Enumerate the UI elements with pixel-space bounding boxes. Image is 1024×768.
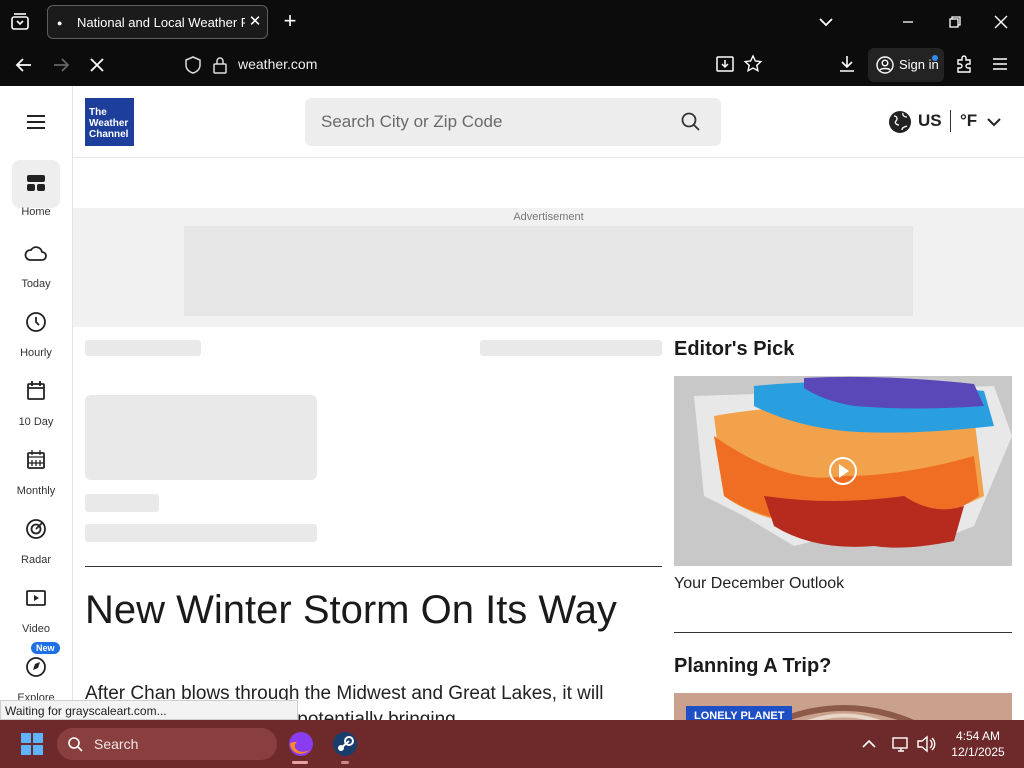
- ad-label: Advertisement: [513, 211, 584, 223]
- search-box[interactable]: [305, 98, 721, 146]
- us-temperature-map-image: [674, 376, 1012, 566]
- sidebar-item-today[interactable]: Today: [0, 240, 72, 302]
- video-icon: [23, 585, 49, 611]
- planning-trip-thumbnail[interactable]: LONELY PLANET: [674, 693, 1012, 720]
- browser-status-text: Waiting for grayscaleart.com...: [0, 700, 298, 720]
- logo-text: Channel: [89, 129, 129, 140]
- sidebar-label: Home: [21, 206, 51, 218]
- logo-text: Weather: [89, 118, 129, 129]
- browser-tab-active[interactable]: ● National and Local Weather Radar ✕: [47, 5, 268, 39]
- section-divider: [674, 632, 1012, 633]
- network-icon[interactable]: [890, 733, 912, 755]
- browser-nav-bar: weather.com Sign in: [0, 44, 1024, 86]
- chevron-down-icon: [987, 118, 1001, 127]
- sign-in-button[interactable]: Sign in: [868, 48, 944, 82]
- search-icon[interactable]: [679, 110, 703, 134]
- sidebar-label: Hourly: [20, 347, 52, 359]
- clock-icon: [23, 309, 49, 335]
- sidebar-label: Monthly: [16, 485, 56, 497]
- system-clock[interactable]: 4:54 AM 12/1/2025: [940, 728, 1016, 760]
- forward-arrow-icon: [49, 53, 73, 77]
- active-app-indicator: [292, 761, 308, 764]
- stop-loading-icon[interactable]: [85, 53, 109, 77]
- sidebar-label: Today: [21, 278, 51, 290]
- lock-icon[interactable]: [210, 54, 234, 78]
- sidebar-label: Video: [22, 623, 50, 635]
- minimize-button[interactable]: [896, 10, 920, 34]
- sidebar-item-hourly[interactable]: Hourly: [0, 309, 72, 371]
- radar-icon: [23, 516, 49, 542]
- new-tab-button[interactable]: +: [280, 10, 300, 34]
- browser-tab-bar: ● National and Local Weather Radar ✕ +: [0, 0, 1024, 44]
- sidebar-item-10-day[interactable]: 10 Day: [0, 378, 72, 440]
- restore-button[interactable]: [943, 10, 967, 34]
- sidebar-label: Radar: [21, 554, 51, 566]
- browser-menu-icon[interactable]: [989, 53, 1013, 77]
- sidebar-item-monthly[interactable]: Monthly: [0, 447, 72, 509]
- taskbar-search[interactable]: Search: [57, 728, 277, 760]
- shield-icon[interactable]: [182, 54, 206, 78]
- city-search-input[interactable]: [321, 110, 661, 134]
- hamburger-menu-icon[interactable]: [25, 112, 47, 132]
- planning-trip-title: Planning A Trip?: [674, 655, 832, 677]
- lonely-planet-badge: LONELY PLANET: [686, 706, 793, 720]
- install-app-icon[interactable]: [714, 53, 738, 77]
- editors-pick-title: Editor's Pick: [674, 338, 795, 360]
- calendar-icon: [23, 378, 49, 404]
- taskbar-search-label: Search: [94, 736, 139, 752]
- tab-close-icon[interactable]: ✕: [246, 12, 264, 32]
- december-outlook-thumbnail[interactable]: [674, 376, 1012, 566]
- skeleton-placeholder: [480, 340, 662, 356]
- country-code: US: [918, 111, 942, 130]
- tab-title: National and Local Weather Radar: [77, 15, 245, 30]
- skeleton-placeholder: [85, 524, 317, 542]
- logo-text: The: [89, 107, 107, 118]
- clock-date: 12/1/2025: [951, 745, 1005, 759]
- skeleton-placeholder: [85, 395, 317, 480]
- editors-pick-caption[interactable]: Your December Outlook: [674, 575, 844, 593]
- section-divider: [85, 566, 662, 567]
- sidebar-item-radar[interactable]: Radar: [0, 516, 72, 578]
- downloads-icon[interactable]: [836, 53, 860, 77]
- sidebar-label: 10 Day: [18, 416, 54, 428]
- running-app-indicator: [341, 761, 349, 764]
- globe-icon: [889, 111, 911, 133]
- calendar-grid-icon: [23, 447, 49, 473]
- weather-channel-logo[interactable]: The Weather Channel: [85, 98, 134, 146]
- tab-list-icon[interactable]: [9, 11, 31, 33]
- extensions-icon[interactable]: [953, 53, 977, 77]
- clock-time: 4:54 AM: [955, 729, 1001, 743]
- site-header: The Weather Channel US °F: [73, 86, 1024, 158]
- temperature-unit: °F: [960, 111, 978, 130]
- new-badge: New: [31, 642, 60, 654]
- search-icon: [68, 737, 83, 752]
- web-page: Home Today Hourly 10 Day Monthly Radar V…: [0, 86, 1024, 720]
- sidebar-item-home[interactable]: Home: [0, 160, 72, 232]
- ad-slot[interactable]: [184, 226, 913, 316]
- home-icon: [23, 170, 49, 196]
- chevron-down-icon[interactable]: [815, 12, 837, 32]
- article-headline[interactable]: New Winter Storm On Its Way: [85, 589, 655, 631]
- skeleton-placeholder: [85, 494, 159, 512]
- locale-selector[interactable]: US °F: [886, 108, 1006, 136]
- skeleton-placeholder: [85, 340, 201, 356]
- close-window-button[interactable]: [989, 10, 1013, 34]
- steam-icon[interactable]: [330, 729, 360, 759]
- windows-start-icon[interactable]: [20, 732, 44, 756]
- chevron-up-icon[interactable]: [858, 733, 880, 755]
- bookmark-star-icon[interactable]: [742, 53, 766, 77]
- locale-divider: [950, 110, 951, 132]
- side-navigation: Home Today Hourly 10 Day Monthly Radar V…: [0, 86, 73, 720]
- windows-taskbar: Search 4:54 AM 12/1/2025: [0, 720, 1024, 768]
- url-bar[interactable]: weather.com: [238, 56, 317, 72]
- firefox-icon[interactable]: [286, 729, 316, 759]
- advertisement-area: Advertisement: [73, 208, 1024, 327]
- notification-dot: [932, 55, 938, 61]
- back-arrow-icon[interactable]: [12, 53, 36, 77]
- sidebar-item-video[interactable]: Video: [0, 585, 72, 647]
- compass-icon: [23, 654, 49, 680]
- cloud-icon: [23, 240, 49, 266]
- loading-dot-icon: ●: [57, 18, 63, 28]
- volume-icon[interactable]: [915, 733, 937, 755]
